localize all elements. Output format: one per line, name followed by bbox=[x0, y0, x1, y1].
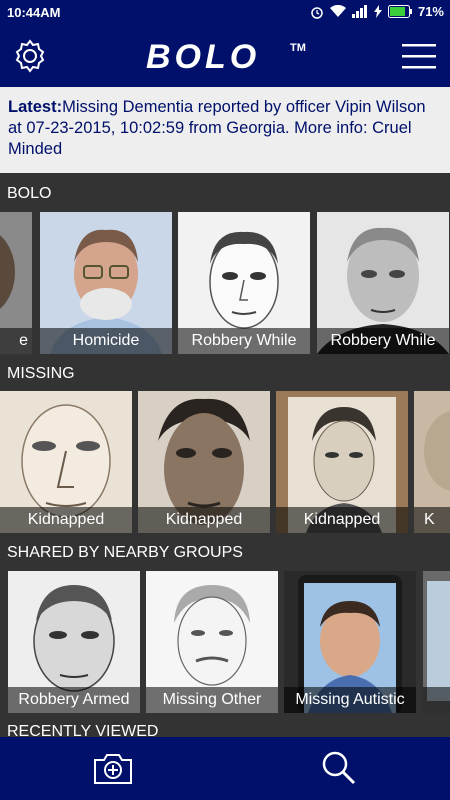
hamburger-icon[interactable] bbox=[402, 42, 436, 70]
status-icons: 71% bbox=[310, 4, 444, 19]
missing-card[interactable]: Kidnapped bbox=[276, 391, 408, 533]
card-caption: K bbox=[414, 507, 450, 533]
card-caption: Robbery Armed bbox=[8, 687, 140, 713]
shared-card[interactable]: Missing Other bbox=[146, 571, 278, 713]
shared-card[interactable]: Missing Autistic bbox=[284, 571, 416, 713]
bolo-card[interactable]: Robbery While bbox=[178, 212, 310, 354]
battery-icon bbox=[387, 5, 412, 18]
shared-card[interactable] bbox=[423, 571, 450, 713]
missing-row[interactable]: Kidnapped Kidnapped Kidnapped K bbox=[0, 391, 450, 533]
bottom-bar bbox=[0, 737, 450, 800]
shared-card[interactable]: Robbery Armed bbox=[8, 571, 140, 713]
missing-card[interactable]: K bbox=[414, 391, 450, 533]
missing-card[interactable]: Kidnapped bbox=[0, 391, 132, 533]
latest-label: Latest: bbox=[8, 98, 63, 116]
card-caption: Kidnapped bbox=[138, 507, 270, 533]
card-caption: Missing Autistic bbox=[284, 687, 416, 713]
section-title-shared: SHARED BY NEARBY GROUPS bbox=[7, 544, 243, 561]
card-caption: Robbery While bbox=[178, 328, 310, 354]
card-caption: Missing Other bbox=[146, 687, 278, 713]
bolo-card[interactable]: e bbox=[0, 212, 32, 354]
app-title: BOLO bbox=[146, 39, 260, 75]
card-caption: Robbery While bbox=[317, 328, 449, 354]
charging-icon bbox=[373, 5, 382, 18]
card-caption: e bbox=[0, 328, 32, 354]
alarm-icon bbox=[311, 6, 323, 19]
section-title-recent: RECENTLY VIEWED bbox=[7, 723, 159, 737]
missing-card[interactable]: Kidnapped bbox=[138, 391, 270, 533]
card-caption: Kidnapped bbox=[276, 507, 408, 533]
card-caption bbox=[423, 687, 450, 713]
camera-add-icon[interactable] bbox=[93, 751, 133, 785]
card-caption: Homicide bbox=[40, 328, 172, 354]
content-feed[interactable]: BOLO e Homicide Robbery While Robbery Wh… bbox=[0, 173, 450, 737]
bolo-card[interactable]: Robbery While bbox=[317, 212, 449, 354]
card-caption: Kidnapped bbox=[0, 507, 132, 533]
bolo-row[interactable]: e Homicide Robbery While Robbery While bbox=[0, 212, 450, 354]
latest-banner[interactable]: Latest:Missing Dementia reported by offi… bbox=[0, 87, 450, 173]
search-icon[interactable] bbox=[320, 749, 356, 785]
app-bar: BOLO TM bbox=[0, 25, 450, 87]
section-title-missing: MISSING bbox=[7, 365, 75, 382]
latest-message: Missing Dementia reported by officer Vip… bbox=[8, 98, 426, 158]
trademark: TM bbox=[290, 42, 306, 54]
app-logo: BOLO TM bbox=[142, 38, 312, 76]
battery-percent: 71% bbox=[417, 4, 444, 19]
bolo-card[interactable]: Homicide bbox=[40, 212, 172, 354]
status-bar: 10:44AM 71% bbox=[0, 0, 450, 25]
section-title-bolo: BOLO bbox=[7, 185, 52, 202]
shared-row[interactable]: Robbery Armed Missing Other Missing Auti… bbox=[0, 571, 450, 713]
gear-icon[interactable] bbox=[12, 38, 48, 74]
status-time: 10:44AM bbox=[7, 5, 61, 20]
wifi-icon bbox=[329, 5, 346, 17]
signal-icon bbox=[351, 5, 367, 18]
